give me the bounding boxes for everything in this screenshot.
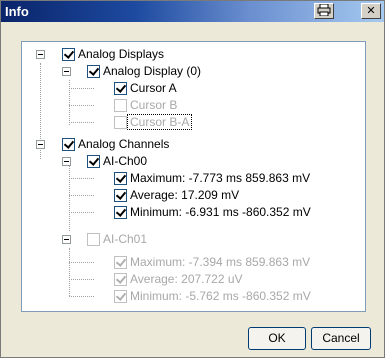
ch00-maximum-checkbox[interactable] [114,172,127,185]
analog-displays-label: Analog Displays [78,47,165,61]
ch01-minimum-checkbox[interactable] [114,290,127,303]
ai-ch00-checkbox[interactable] [87,155,100,168]
analog-display-0-label: Analog Display (0) [103,64,202,78]
ok-button[interactable]: OK [248,327,306,350]
ai-ch01-label: AI-Ch01 [103,232,148,246]
ch00-minimum-checkbox[interactable] [114,206,127,219]
expander-icon[interactable] [36,50,45,59]
analog-channels-checkbox[interactable] [62,138,75,151]
tree-connector [69,212,94,213]
ch01-minimum-label: Minimum: -5.762 ms -860.352 mV [130,289,311,303]
expander-icon[interactable] [36,140,45,149]
cursor-a-label: Cursor A [130,81,177,95]
expander-icon[interactable] [62,235,71,244]
cursor-ba-checkbox[interactable] [114,116,127,129]
tree-connector [69,296,94,297]
ch00-average-checkbox[interactable] [114,189,127,202]
tree-connector [69,164,70,231]
ch00-maximum-label: Maximum: -7.773 ms 859.863 mV [130,171,311,185]
expander-icon[interactable] [62,67,71,76]
info-dialog: Info ✕ Analog Displays Analog Display (0… [0,0,385,358]
info-tree[interactable]: Analog Displays Analog Display (0) Curso… [21,41,366,312]
tree-connector [69,262,94,263]
tree-connector [69,88,94,89]
tree-connector [69,248,70,296]
tree-connector [69,279,94,280]
cursor-ba-text: Cursor B-A [127,114,193,130]
printer-icon[interactable] [314,3,334,19]
analog-channels-label: Analog Channels [78,137,170,151]
close-icon[interactable]: ✕ [361,3,381,19]
tree-connector [69,178,94,179]
ai-ch01-checkbox[interactable] [87,233,100,246]
tree-connector [69,122,94,123]
ch00-average-label: Average: 17.209 mV [130,188,240,202]
analog-display-0-checkbox[interactable] [87,65,100,78]
cursor-b-label: Cursor B [130,98,178,112]
cancel-button[interactable]: Cancel [311,327,371,350]
tree-connector [69,105,94,106]
cursor-b-checkbox[interactable] [114,99,127,112]
title-bar[interactable]: Info ✕ [1,1,384,22]
expander-icon[interactable] [62,157,71,166]
ch01-average-checkbox[interactable] [114,273,127,286]
cursor-ba-label: Cursor B-A [127,114,366,130]
ch01-maximum-label: Maximum: -7.394 ms 859.863 mV [130,255,311,269]
ch01-average-label: Average: 207.722 uV [130,272,243,286]
analog-displays-checkbox[interactable] [62,48,75,61]
cursor-a-checkbox[interactable] [114,82,127,95]
ai-ch00-label: AI-Ch00 [103,154,148,168]
window-title: Info [5,4,29,19]
tree-connector [69,195,94,196]
ch01-maximum-checkbox[interactable] [114,256,127,269]
tree-connector [69,80,70,125]
ch00-minimum-label: Minimum: -6.931 ms -860.352 mV [130,205,311,219]
